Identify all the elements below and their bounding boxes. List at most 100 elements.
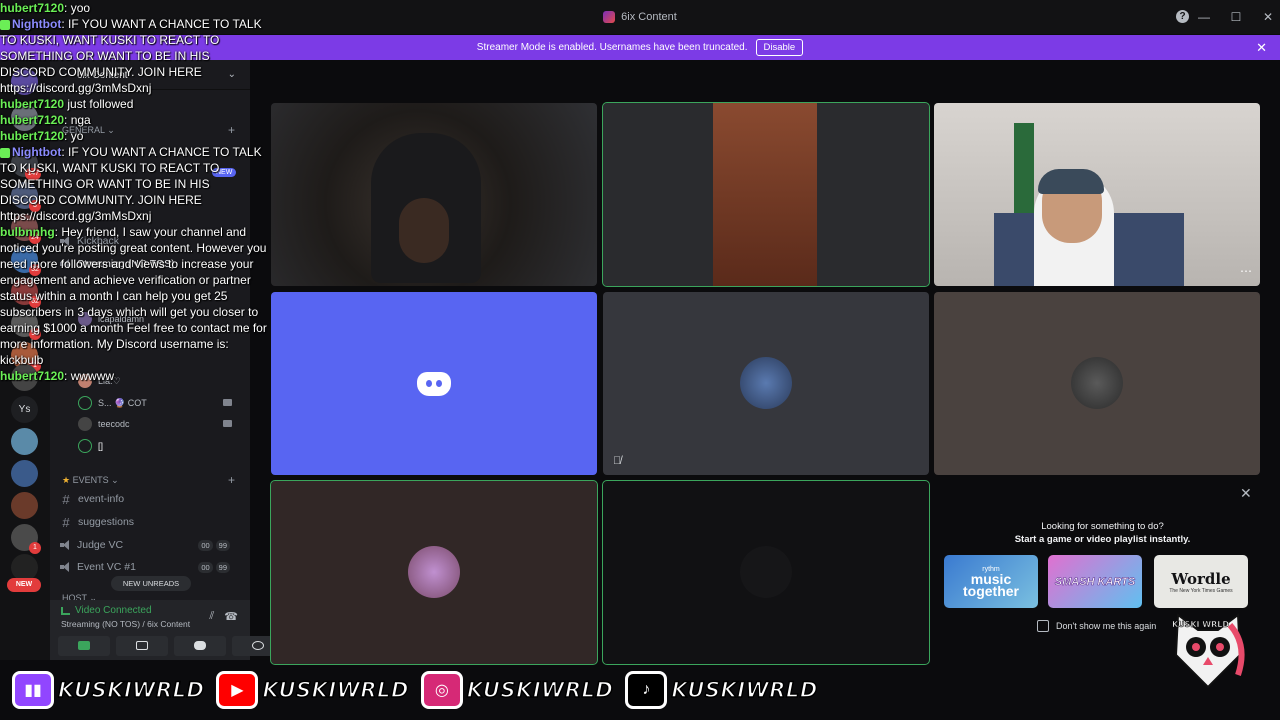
soundboard-icon (252, 641, 264, 650)
voice-connection-panel: Video Connected Streaming (NO TOS) / 6ix… (50, 600, 284, 660)
window-title-text: 6ix Content (621, 11, 677, 23)
close-window-icon[interactable]: ✕ (1256, 10, 1280, 24)
tiktok-icon: ♪ (625, 671, 668, 709)
close-activities-icon[interactable]: ✕ (1240, 485, 1252, 502)
channel-suggestions[interactable]: # suggestions (60, 512, 242, 532)
voice-user[interactable]: [] (78, 437, 242, 455)
activity-sub: The New York Times Games (1169, 587, 1233, 594)
star-icon: ★ (62, 475, 71, 485)
activity-card-smash-karts[interactable]: SMASH KARTS (1048, 555, 1142, 608)
twitch-icon: ▮▮ (12, 671, 54, 709)
voice-user[interactable]: teecodc (78, 415, 242, 433)
server-icon[interactable]: 1 (11, 524, 41, 554)
user-count: 00 (198, 539, 213, 551)
activity-card-music[interactable]: rythm music together (944, 555, 1038, 608)
camera-icon (223, 399, 232, 406)
avatar (740, 357, 792, 409)
voice-status[interactable]: Video Connected (61, 605, 152, 616)
video-tile-speaking[interactable] (602, 480, 930, 665)
minimize-icon[interactable]: — (1192, 10, 1216, 24)
avatar (78, 396, 92, 410)
user-max: 99 (215, 539, 230, 551)
channel-name: Event VC #1 (77, 561, 136, 573)
youtube-icon: ▶ (216, 671, 259, 709)
channel-event-vc-1[interactable]: Event VC #1 00 99 (60, 557, 242, 577)
voice-location[interactable]: Streaming (NO TOS) / 6ix Content (61, 619, 190, 629)
chat-text: : yoo (64, 1, 91, 15)
server-ys[interactable]: Ys (11, 396, 38, 423)
chat-username: hubert7120 (0, 129, 65, 143)
voice-user-name: S... 🔮 COT (98, 397, 147, 408)
window-controls: — ☐ ✕ (1184, 0, 1280, 34)
maximize-icon[interactable]: ☐ (1224, 10, 1248, 24)
activity-card-label: rythm music together (956, 566, 1026, 598)
more-options-icon[interactable]: ⋯ (1240, 264, 1252, 278)
user-limit: 00 99 (198, 539, 230, 551)
instagram-icon: ◎ (420, 671, 463, 709)
checkbox[interactable] (1037, 620, 1049, 632)
avatar (78, 417, 92, 431)
channel-event-info[interactable]: # event-info (60, 489, 242, 509)
channel-judge-vc[interactable]: Judge VC 00 99 (60, 535, 242, 555)
controller-icon (194, 641, 206, 650)
camera-button[interactable] (58, 636, 110, 656)
social-handle-text: KUSKIWRLD (57, 677, 205, 703)
server-icon (603, 11, 616, 23)
channel-name: event-info (78, 493, 125, 505)
activity-button[interactable] (174, 636, 226, 656)
speaker-icon (60, 562, 71, 572)
disconnect-icon[interactable]: ☎ (224, 610, 238, 623)
noise-suppression-icon[interactable]: ⫽ (209, 610, 214, 623)
voice-user-name: teecodc (98, 419, 130, 429)
video-tile-no-camera[interactable]: 🎙̸ (603, 292, 929, 475)
video-tile[interactable]: ⋯ (934, 103, 1260, 286)
voice-actions: ⫽ ☎ (209, 610, 238, 623)
user-count: 00 (198, 561, 213, 573)
bot-badge-icon (0, 147, 10, 158)
social-handle: ▮▮ KUSKIWRLD (12, 671, 205, 709)
channel-name: suggestions (78, 516, 135, 528)
voice-user[interactable]: S... 🔮 COT (78, 394, 242, 412)
camera-icon (78, 641, 90, 650)
activities-prompt-line2: Start a game or video playlist instantly… (1014, 534, 1191, 545)
close-banner-icon[interactable]: ✕ (1256, 40, 1267, 56)
activity-name: SMASH KARTS (1054, 575, 1136, 588)
chat-username: hubert7120 (0, 97, 65, 111)
chat-message: Nightbot: IF YOU WANT A CHANCE TO TALK T… (0, 16, 268, 96)
video-tile-speaking[interactable] (270, 480, 598, 665)
new-unreads-pill[interactable]: NEW UNREADS (111, 576, 191, 591)
screen-share-button[interactable] (116, 636, 168, 656)
disable-streamer-mode-button[interactable]: Disable (755, 39, 804, 56)
chat-text: just followed (64, 97, 134, 111)
add-channel-icon[interactable]: + (228, 473, 235, 487)
chat-message: hubert7120: nga (0, 112, 268, 128)
voice-user-name: [] (98, 441, 104, 451)
dont-show-label: Don't show me this again (1056, 621, 1157, 631)
chat-message: hubert7120 just followed (0, 96, 268, 112)
participant-face (399, 198, 449, 263)
category-events[interactable]: ★ EVENTS ⌄ + (62, 473, 235, 487)
video-tile-no-camera[interactable] (271, 292, 597, 475)
activity-name: Wordle (1171, 569, 1231, 588)
video-tile-no-camera[interactable] (934, 292, 1260, 475)
video-tile[interactable] (271, 103, 597, 286)
chat-message: hubert7120: yoo (0, 0, 268, 16)
dont-show-again[interactable]: Don't show me this again (1037, 620, 1156, 632)
server-icon[interactable] (11, 460, 38, 487)
stream-chat-overlay: hubert7120: yoo Nightbot: IF YOU WANT A C… (0, 0, 268, 384)
new-servers-pill[interactable]: NEW (7, 578, 41, 592)
avatar (740, 546, 792, 598)
server-icon[interactable] (11, 492, 38, 519)
social-handle: ◎ KUSKIWRLD (420, 671, 614, 709)
activity-card-wordle[interactable]: Wordle The New York Times Games (1154, 555, 1248, 608)
server-icon[interactable] (11, 554, 38, 581)
participant-hat (1038, 169, 1104, 194)
social-handle: ♪ KUSKIWRLD (625, 671, 818, 709)
chat-username: hubert7120 (0, 113, 65, 127)
chat-message: Nightbot: IF YOU WANT A CHANCE TO TALK T… (0, 144, 268, 224)
social-handle: ▶ KUSKIWRLD (216, 671, 409, 709)
server-icon[interactable] (11, 428, 38, 455)
chat-username: hubert7120 (0, 1, 65, 15)
video-tile-speaking[interactable] (602, 102, 930, 287)
chat-username: Nightbot (12, 17, 62, 31)
